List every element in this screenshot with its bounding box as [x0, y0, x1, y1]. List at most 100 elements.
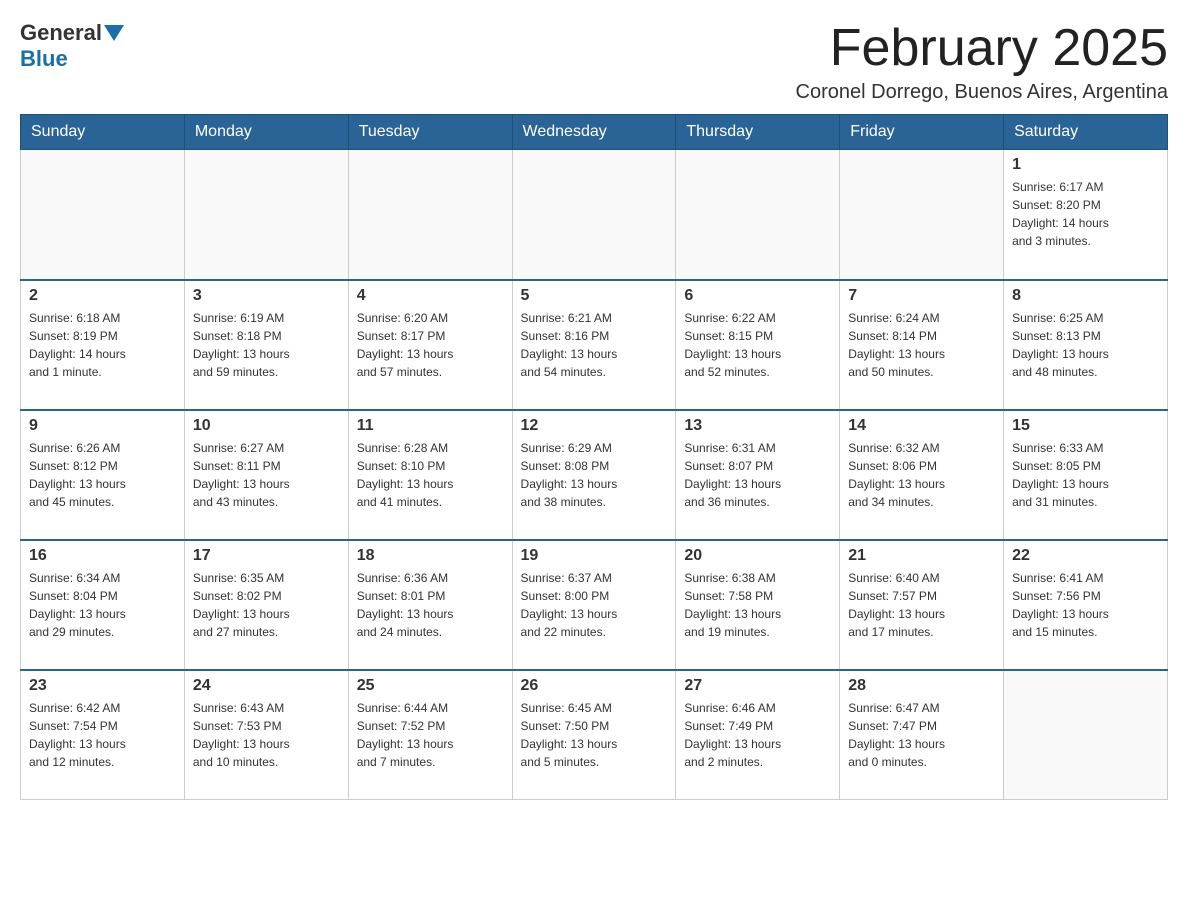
day-number: 9	[29, 417, 176, 435]
calendar-cell: 26 Sunrise: 6:45 AM Sunset: 7:50 PM Dayli…	[512, 670, 676, 800]
day-number: 4	[357, 287, 504, 305]
calendar-cell	[184, 150, 348, 280]
day-info: Sunrise: 6:18 AM Sunset: 8:19 PM Dayligh…	[29, 309, 176, 381]
weekday-header-wednesday: Wednesday	[512, 115, 676, 150]
calendar-cell	[512, 150, 676, 280]
calendar-cell: 5Sunrise: 6:21 AM Sunset: 8:16 PM Daylig…	[512, 280, 676, 410]
day-number: 17	[193, 547, 340, 565]
day-number: 10	[193, 417, 340, 435]
day-number: 12	[521, 417, 668, 435]
day-info: Sunrise: 6:24 AM Sunset: 8:14 PM Dayligh…	[848, 309, 995, 381]
calendar-cell	[676, 150, 840, 280]
calendar-cell: 22 Sunrise: 6:41 AM Sunset: 7:56 PM Dayli…	[1004, 540, 1168, 670]
day-number: 8	[1012, 287, 1159, 305]
day-number: 19	[521, 547, 668, 565]
day-number: 22	[1012, 547, 1159, 565]
location-title: Coronel Dorrego, Buenos Aires, Argentina	[796, 81, 1168, 104]
weekday-header-thursday: Thursday	[676, 115, 840, 150]
day-info: Sunrise: 6:25 AM Sunset: 8:13 PM Dayligh…	[1012, 309, 1159, 381]
calendar-cell: 1 Sunrise: 6:17 AM Sunset: 8:20 PM Daylig…	[1004, 150, 1168, 280]
page-header: General Blue February 2025 Coronel Dorre…	[20, 20, 1168, 104]
day-number: 2	[29, 287, 176, 305]
calendar-cell: 19 Sunrise: 6:37 AM Sunset: 8:00 PM Dayli…	[512, 540, 676, 670]
calendar-cell: 21 Sunrise: 6:40 AM Sunset: 7:57 PM Dayli…	[840, 540, 1004, 670]
weekday-header-saturday: Saturday	[1004, 115, 1168, 150]
calendar-cell: 25 Sunrise: 6:44 AM Sunset: 7:52 PM Dayli…	[348, 670, 512, 800]
weekday-header-sunday: Sunday	[21, 115, 185, 150]
day-number: 25	[357, 677, 504, 695]
calendar-week-row: 9 Sunrise: 6:26 AM Sunset: 8:12 PM Daylig…	[21, 410, 1168, 540]
day-info: Sunrise: 6:40 AM Sunset: 7:57 PM Dayligh…	[848, 569, 995, 641]
day-number: 16	[29, 547, 176, 565]
calendar-cell: 15 Sunrise: 6:33 AM Sunset: 8:05 PM Dayli…	[1004, 410, 1168, 540]
day-info: Sunrise: 6:45 AM Sunset: 7:50 PM Dayligh…	[521, 699, 668, 771]
calendar-week-row: 2 Sunrise: 6:18 AM Sunset: 8:19 PM Daylig…	[21, 280, 1168, 410]
calendar-cell: 3 Sunrise: 6:19 AM Sunset: 8:18 PM Daylig…	[184, 280, 348, 410]
day-info: Sunrise: 6:17 AM Sunset: 8:20 PM Dayligh…	[1012, 178, 1159, 250]
day-info: Sunrise: 6:41 AM Sunset: 7:56 PM Dayligh…	[1012, 569, 1159, 641]
calendar-week-row: 23Sunrise: 6:42 AM Sunset: 7:54 PM Dayli…	[21, 670, 1168, 800]
day-info: Sunrise: 6:35 AM Sunset: 8:02 PM Dayligh…	[193, 569, 340, 641]
day-number: 21	[848, 547, 995, 565]
day-number: 28	[848, 677, 995, 695]
calendar-week-row: 16Sunrise: 6:34 AM Sunset: 8:04 PM Dayli…	[21, 540, 1168, 670]
calendar-cell: 6 Sunrise: 6:22 AM Sunset: 8:15 PM Daylig…	[676, 280, 840, 410]
day-info: Sunrise: 6:42 AM Sunset: 7:54 PM Dayligh…	[29, 699, 176, 771]
day-number: 3	[193, 287, 340, 305]
calendar-cell	[21, 150, 185, 280]
logo-triangle-icon	[104, 25, 124, 41]
day-info: Sunrise: 6:31 AM Sunset: 8:07 PM Dayligh…	[684, 439, 831, 511]
month-title: February 2025	[796, 20, 1168, 77]
calendar-cell: 20 Sunrise: 6:38 AM Sunset: 7:58 PM Dayli…	[676, 540, 840, 670]
calendar-cell: 13 Sunrise: 6:31 AM Sunset: 8:07 PM Dayli…	[676, 410, 840, 540]
logo-general-text: General	[20, 20, 102, 46]
day-info: Sunrise: 6:32 AM Sunset: 8:06 PM Dayligh…	[848, 439, 995, 511]
day-info: Sunrise: 6:29 AM Sunset: 8:08 PM Dayligh…	[521, 439, 668, 511]
day-number: 15	[1012, 417, 1159, 435]
day-number: 14	[848, 417, 995, 435]
day-info: Sunrise: 6:27 AM Sunset: 8:11 PM Dayligh…	[193, 439, 340, 511]
day-info: Sunrise: 6:47 AM Sunset: 7:47 PM Dayligh…	[848, 699, 995, 771]
day-number: 6	[684, 287, 831, 305]
day-info: Sunrise: 6:38 AM Sunset: 7:58 PM Dayligh…	[684, 569, 831, 641]
day-number: 26	[521, 677, 668, 695]
day-info: Sunrise: 6:22 AM Sunset: 8:15 PM Dayligh…	[684, 309, 831, 381]
calendar-cell: 17 Sunrise: 6:35 AM Sunset: 8:02 PM Dayli…	[184, 540, 348, 670]
day-number: 7	[848, 287, 995, 305]
calendar-cell	[348, 150, 512, 280]
day-info: Sunrise: 6:28 AM Sunset: 8:10 PM Dayligh…	[357, 439, 504, 511]
title-section: February 2025 Coronel Dorrego, Buenos Ai…	[796, 20, 1168, 104]
calendar-cell: 27Sunrise: 6:46 AM Sunset: 7:49 PM Dayli…	[676, 670, 840, 800]
calendar-cell	[840, 150, 1004, 280]
day-info: Sunrise: 6:46 AM Sunset: 7:49 PM Dayligh…	[684, 699, 831, 771]
calendar-week-row: 1 Sunrise: 6:17 AM Sunset: 8:20 PM Daylig…	[21, 150, 1168, 280]
day-info: Sunrise: 6:20 AM Sunset: 8:17 PM Dayligh…	[357, 309, 504, 381]
logo-blue-text: Blue	[20, 46, 68, 71]
day-info: Sunrise: 6:19 AM Sunset: 8:18 PM Dayligh…	[193, 309, 340, 381]
calendar-cell: 28 Sunrise: 6:47 AM Sunset: 7:47 PM Dayli…	[840, 670, 1004, 800]
weekday-header-tuesday: Tuesday	[348, 115, 512, 150]
calendar-cell	[1004, 670, 1168, 800]
calendar-cell: 10 Sunrise: 6:27 AM Sunset: 8:11 PM Dayli…	[184, 410, 348, 540]
day-info: Sunrise: 6:36 AM Sunset: 8:01 PM Dayligh…	[357, 569, 504, 641]
calendar-cell: 24Sunrise: 6:43 AM Sunset: 7:53 PM Dayli…	[184, 670, 348, 800]
day-number: 1	[1012, 156, 1159, 174]
calendar-cell: 16Sunrise: 6:34 AM Sunset: 8:04 PM Dayli…	[21, 540, 185, 670]
day-info: Sunrise: 6:37 AM Sunset: 8:00 PM Dayligh…	[521, 569, 668, 641]
day-info: Sunrise: 6:43 AM Sunset: 7:53 PM Dayligh…	[193, 699, 340, 771]
day-info: Sunrise: 6:33 AM Sunset: 8:05 PM Dayligh…	[1012, 439, 1159, 511]
day-number: 13	[684, 417, 831, 435]
day-info: Sunrise: 6:26 AM Sunset: 8:12 PM Dayligh…	[29, 439, 176, 511]
calendar-cell: 23Sunrise: 6:42 AM Sunset: 7:54 PM Dayli…	[21, 670, 185, 800]
day-info: Sunrise: 6:44 AM Sunset: 7:52 PM Dayligh…	[357, 699, 504, 771]
calendar-cell: 11Sunrise: 6:28 AM Sunset: 8:10 PM Dayli…	[348, 410, 512, 540]
logo: General Blue	[20, 20, 126, 72]
calendar-cell: 12 Sunrise: 6:29 AM Sunset: 8:08 PM Dayli…	[512, 410, 676, 540]
day-number: 18	[357, 547, 504, 565]
calendar-cell: 9 Sunrise: 6:26 AM Sunset: 8:12 PM Daylig…	[21, 410, 185, 540]
day-number: 20	[684, 547, 831, 565]
calendar-cell: 4 Sunrise: 6:20 AM Sunset: 8:17 PM Daylig…	[348, 280, 512, 410]
calendar-cell: 2 Sunrise: 6:18 AM Sunset: 8:19 PM Daylig…	[21, 280, 185, 410]
calendar-header-row: SundayMondayTuesdayWednesdayThursdayFrid…	[21, 115, 1168, 150]
weekday-header-monday: Monday	[184, 115, 348, 150]
